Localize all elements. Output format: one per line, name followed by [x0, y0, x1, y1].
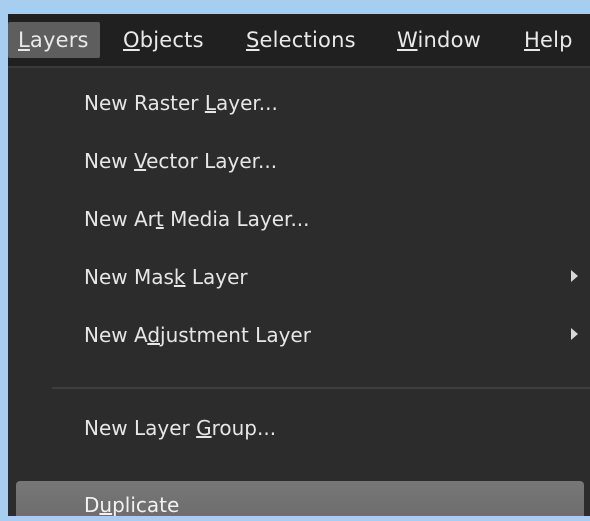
- menu-layers[interactable]: Layers: [8, 22, 100, 58]
- menu-separator: [52, 387, 590, 389]
- item-label: plicate: [112, 493, 180, 516]
- menu-selections-label: elections: [259, 28, 356, 52]
- menu-item-new-mask-layer[interactable]: New Mask Layer: [8, 252, 590, 302]
- menu-window-label: indow: [417, 28, 482, 52]
- item-mnemonic: V: [133, 149, 147, 173]
- menu-item-new-layer-group[interactable]: New Layer Group...: [8, 403, 590, 453]
- layers-dropdown-menu: New Raster Layer... New Vector Layer... …: [8, 68, 590, 516]
- submenu-arrow-icon: [571, 270, 578, 282]
- menu-help-label: elp: [540, 28, 573, 52]
- menu-layers-label: ayers: [29, 28, 89, 52]
- item-mnemonic: G: [196, 416, 212, 440]
- item-label: ector Layer...: [146, 149, 278, 173]
- menu-help[interactable]: Help: [524, 22, 573, 58]
- menu-item-new-vector-layer[interactable]: New Vector Layer...: [8, 136, 590, 186]
- item-mnemonic: k: [173, 265, 186, 289]
- menu-item-new-art-media-layer[interactable]: New Art Media Layer...: [8, 194, 590, 244]
- menu-window[interactable]: Window: [397, 22, 481, 58]
- item-label-pre: New A: [84, 323, 148, 347]
- menu-objects-mnemonic: O: [123, 28, 140, 52]
- menu-selections-mnemonic: S: [246, 28, 260, 52]
- item-mnemonic: L: [204, 91, 216, 115]
- menu-layers-mnemonic: L: [18, 28, 30, 52]
- item-label: roup...: [211, 416, 277, 440]
- menu-item-new-adjustment-layer[interactable]: New Adjustment Layer: [8, 310, 590, 360]
- item-label-pre: New Ar: [84, 207, 156, 231]
- submenu-arrow-icon: [571, 328, 578, 340]
- item-label-pre: New Mas: [84, 265, 174, 289]
- menu-help-mnemonic: H: [524, 28, 540, 52]
- item-mnemonic: u: [99, 493, 113, 516]
- item-mnemonic: t: [155, 207, 164, 231]
- item-mnemonic: d: [147, 323, 161, 347]
- item-label-pre: New Raster: [84, 91, 205, 115]
- item-label: Media Layer...: [163, 207, 310, 231]
- menu-window-mnemonic: W: [397, 28, 418, 52]
- app-window: Layers Objects Selections Window Help Ne…: [8, 14, 590, 516]
- menu-bar: Layers Objects Selections Window Help: [8, 14, 590, 68]
- menu-item-duplicate[interactable]: Duplicate: [16, 481, 584, 516]
- item-label-pre: D: [84, 493, 100, 516]
- menu-objects-label: bjects: [139, 28, 204, 52]
- menu-selections[interactable]: Selections: [246, 22, 356, 58]
- item-label: ayer...: [216, 91, 278, 115]
- menu-item-new-raster-layer[interactable]: New Raster Layer...: [8, 78, 590, 128]
- item-label-pre: New Layer: [84, 416, 197, 440]
- menu-objects[interactable]: Objects: [123, 22, 204, 58]
- item-label-pre: New: [84, 149, 134, 173]
- item-label: justment Layer: [160, 323, 311, 347]
- item-label: Layer: [185, 265, 248, 289]
